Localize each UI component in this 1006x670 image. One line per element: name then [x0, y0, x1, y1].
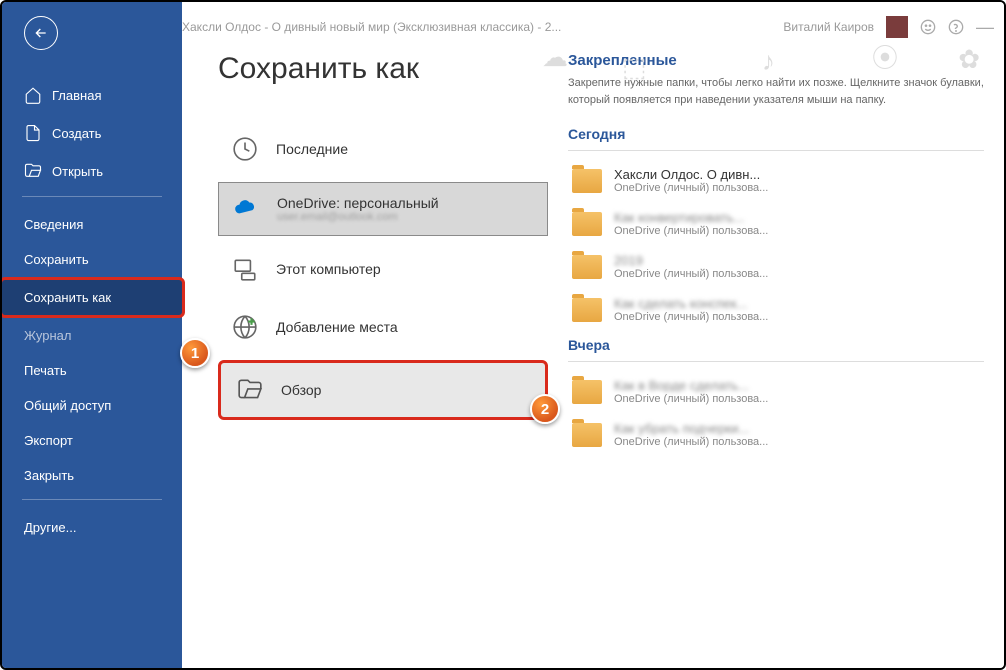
location-recent[interactable]: Последние	[218, 124, 548, 174]
nav-label: Сохранить как	[24, 290, 111, 305]
folder-item[interactable]: Хаксли Олдос. О дивн... OneDrive (личный…	[568, 159, 984, 202]
folder-item[interactable]: Как в Ворде сделать... OneDrive (личный)…	[568, 370, 984, 413]
clock-icon	[232, 136, 258, 162]
nav-save-as[interactable]: Сохранить как	[0, 277, 185, 318]
doodle-icon: ♪	[762, 46, 775, 77]
browse-folder-icon	[237, 377, 263, 403]
nav-save[interactable]: Сохранить	[2, 242, 182, 277]
callout-badge-2: 2	[530, 394, 560, 424]
folder-icon	[572, 423, 602, 447]
folder-icon	[572, 212, 602, 236]
username: Виталий Каиров	[783, 20, 874, 34]
folder-name: Хаксли Олдос. О дивн...	[614, 167, 768, 182]
doodle-icon: ✿	[958, 44, 980, 75]
folder-name: Как сделать конспек...	[614, 296, 768, 311]
location-label: Добавление места	[276, 319, 398, 335]
folder-item[interactable]: Как сделать конспек... OneDrive (личный)…	[568, 288, 984, 331]
folder-path: OneDrive (личный) пользова...	[614, 311, 768, 323]
location-add-place[interactable]: Добавление места	[218, 302, 548, 352]
folder-name: Как убрать подчерки...	[614, 421, 768, 436]
folder-item[interactable]: Как конвертировать... OneDrive (личный) …	[568, 202, 984, 245]
nav-label: Создать	[52, 126, 101, 141]
nav-info[interactable]: Сведения	[2, 207, 182, 242]
nav-label: Журнал	[24, 328, 71, 343]
page-title: Сохранить как	[218, 52, 548, 86]
doc-title: Хаксли Олдос - О дивный новый мир (Экскл…	[182, 20, 561, 34]
nav-label: Сведения	[24, 217, 83, 232]
location-onedrive[interactable]: OneDrive: персональный user.email@outloo…	[218, 182, 548, 236]
doodle-icon: ⬚	[622, 52, 647, 83]
folder-path: OneDrive (личный) пользова...	[614, 182, 768, 194]
folder-icon	[572, 255, 602, 279]
nav-print[interactable]: Печать	[2, 353, 182, 388]
folder-name: Как в Ворде сделать...	[614, 378, 768, 393]
folder-path: OneDrive (личный) пользова...	[614, 225, 768, 237]
folder-item[interactable]: 2019 OneDrive (личный) пользова...	[568, 245, 984, 288]
nav-label: Печать	[24, 363, 67, 378]
nav-label: Другие...	[24, 520, 76, 535]
location-label: Этот компьютер	[276, 261, 381, 277]
open-folder-icon	[24, 162, 42, 180]
user-avatar[interactable]	[886, 16, 908, 38]
location-sublabel: user.email@outlook.com	[277, 211, 439, 223]
nav-label: Открыть	[52, 164, 103, 179]
minimize-icon[interactable]: —	[976, 17, 994, 38]
callout-badge-1: 1	[180, 338, 210, 368]
folder-name: 2019	[614, 253, 768, 268]
folder-icon	[572, 380, 602, 404]
location-label: Обзор	[281, 382, 321, 398]
location-this-pc[interactable]: Этот компьютер	[218, 244, 548, 294]
help-icon[interactable]	[948, 19, 964, 35]
nav-label: Закрыть	[24, 468, 74, 483]
folder-path: OneDrive (личный) пользова...	[614, 268, 768, 280]
backstage-sidebar: Главная Создать Открыть Сведения Сохрани…	[2, 2, 182, 668]
back-button[interactable]	[24, 16, 58, 50]
nav-label: Главная	[52, 88, 101, 103]
location-label: Последние	[276, 141, 348, 157]
this-pc-icon	[232, 256, 258, 282]
nav-open[interactable]: Открыть	[2, 152, 182, 190]
folder-name: Как конвертировать...	[614, 210, 768, 225]
nav-history[interactable]: Журнал	[2, 318, 182, 353]
location-label: OneDrive: персональный	[277, 195, 439, 211]
nav-home[interactable]: Главная	[2, 76, 182, 114]
folder-path: OneDrive (личный) пользова...	[614, 393, 768, 405]
nav-label: Экспорт	[24, 433, 73, 448]
nav-new[interactable]: Создать	[2, 114, 182, 152]
doodle-icon: ☁	[542, 42, 568, 73]
doodle-icon: ⦿	[872, 38, 898, 75]
nav-export[interactable]: Экспорт	[2, 423, 182, 458]
new-doc-icon	[24, 124, 42, 142]
location-browse[interactable]: Обзор	[218, 360, 548, 420]
folder-item[interactable]: Как убрать подчерки... OneDrive (личный)…	[568, 413, 984, 456]
folder-icon	[572, 169, 602, 193]
home-icon	[24, 86, 42, 104]
nav-more[interactable]: Другие...	[2, 510, 182, 545]
face-icon[interactable]	[920, 19, 936, 35]
onedrive-icon	[233, 196, 259, 222]
folder-path: OneDrive (личный) пользова...	[614, 436, 768, 448]
nav-share[interactable]: Общий доступ	[2, 388, 182, 423]
group-today: Сегодня	[568, 126, 984, 142]
nav-label: Сохранить	[24, 252, 89, 267]
folder-icon	[572, 298, 602, 322]
nav-close[interactable]: Закрыть	[2, 458, 182, 493]
group-yesterday: Вчера	[568, 337, 984, 353]
nav-label: Общий доступ	[24, 398, 111, 413]
add-place-icon	[232, 314, 258, 340]
